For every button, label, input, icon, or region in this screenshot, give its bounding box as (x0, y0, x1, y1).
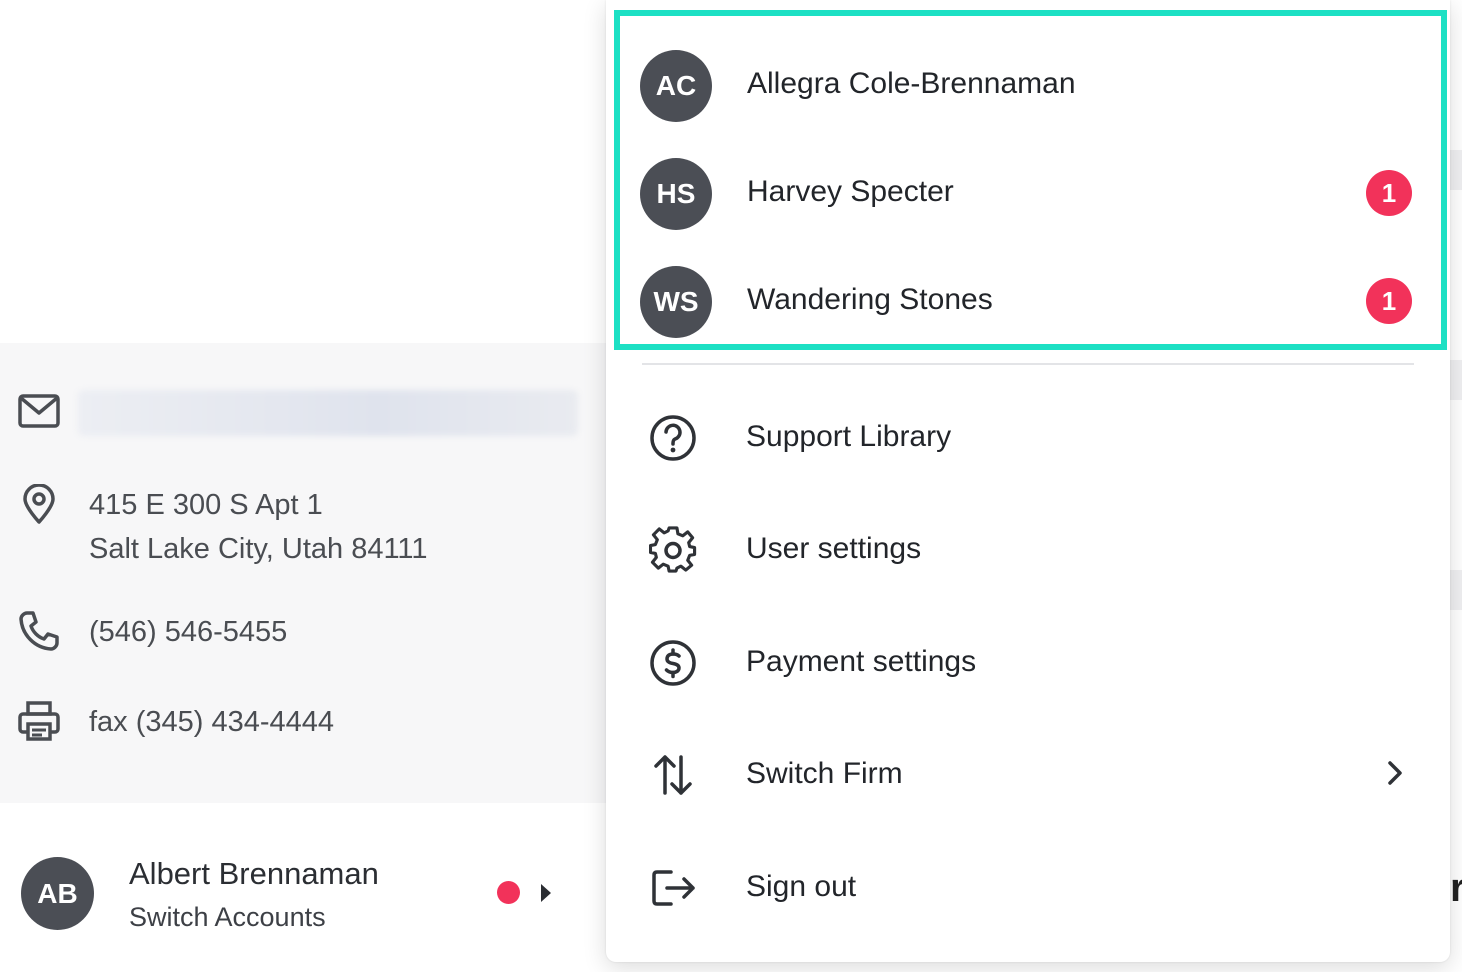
account-item-name: Wandering Stones (747, 283, 993, 316)
notification-badge: 1 (1366, 170, 1412, 216)
account-item-name: Harvey Specter (747, 175, 954, 208)
menu-item-payment-settings[interactable]: Payment settings (606, 610, 1450, 710)
avatar: AB (21, 857, 94, 930)
avatar: AC (640, 50, 712, 122)
address-line-1: 415 E 300 S Apt 1 (89, 489, 323, 521)
menu-item-label: Support Library (746, 420, 952, 453)
menu-item-sign-out[interactable]: Sign out (606, 835, 1450, 935)
dollar-circle-icon (648, 638, 698, 688)
account-switcher[interactable]: AB Albert Brennaman Switch Accounts (0, 830, 606, 960)
menu-item-label: Switch Firm (746, 757, 903, 790)
background-strip (1450, 150, 1462, 190)
printer-icon (18, 700, 60, 742)
fax-number: fax (345) 434-4444 (89, 706, 335, 738)
map-pin-icon (18, 483, 60, 525)
menu-item-label: User settings (746, 532, 922, 565)
account-item-name: Allegra Cole-Brennaman (747, 67, 1076, 100)
account-item-harvey[interactable]: HS Harvey Specter 1 (626, 148, 1436, 238)
background-strip (1450, 360, 1462, 400)
account-dropdown-menu: AC Allegra Cole-Brennaman HS Harvey Spec… (606, 0, 1450, 962)
swap-vertical-icon (648, 750, 698, 800)
caret-right-icon[interactable] (541, 884, 551, 902)
account-name: Albert Brennaman (129, 856, 379, 891)
mail-icon (18, 390, 60, 432)
background-text-fragment: r (1450, 866, 1462, 910)
notification-dot (497, 881, 520, 904)
help-circle-icon (648, 413, 698, 463)
menu-item-switch-firm[interactable]: Switch Firm (606, 722, 1450, 822)
menu-item-label: Sign out (746, 870, 857, 903)
phone-icon (18, 610, 60, 652)
notification-badge: 1 (1366, 278, 1412, 324)
avatar: WS (640, 266, 712, 338)
background-strip (1450, 570, 1462, 610)
address-line-2: Salt Lake City, Utah 84111 (89, 533, 428, 565)
menu-divider (642, 363, 1414, 365)
sign-out-icon (648, 863, 698, 913)
phone-number: (546) 546-5455 (89, 616, 288, 648)
linked-accounts-highlight: AC Allegra Cole-Brennaman HS Harvey Spec… (614, 10, 1447, 350)
menu-item-support-library[interactable]: Support Library (606, 385, 1450, 485)
account-item-wandering-stones[interactable]: WS Wandering Stones 1 (626, 256, 1436, 346)
menu-item-user-settings[interactable]: User settings (606, 497, 1450, 597)
avatar: HS (640, 158, 712, 230)
email-redacted (78, 390, 578, 436)
contact-card: 415 E 300 S Apt 1 Salt Lake City, Utah 8… (0, 343, 606, 803)
gear-icon (648, 525, 698, 575)
account-item-allegra[interactable]: AC Allegra Cole-Brennaman (626, 40, 1436, 130)
menu-item-label: Payment settings (746, 645, 977, 678)
chevron-right-icon (1382, 760, 1408, 786)
switch-accounts-label: Switch Accounts (129, 902, 326, 932)
